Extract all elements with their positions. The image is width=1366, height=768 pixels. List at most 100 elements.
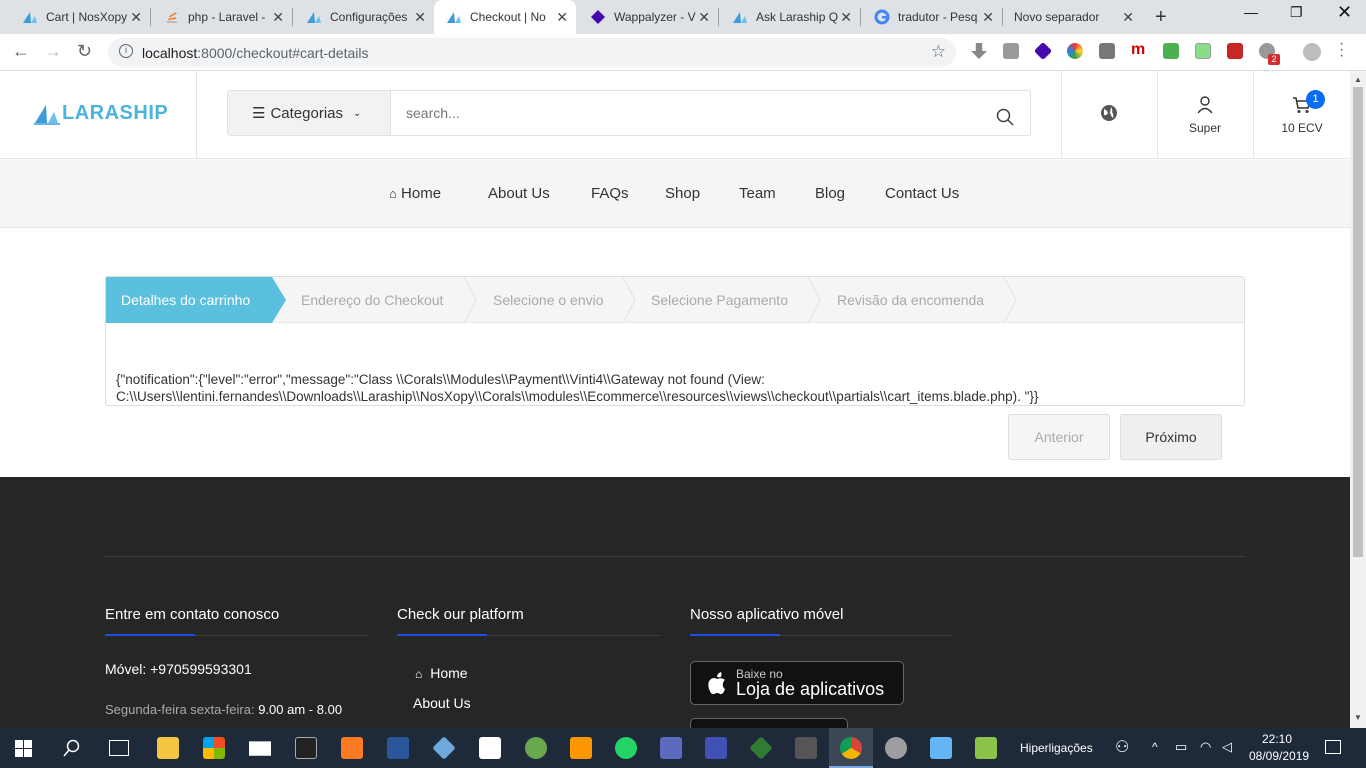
app-store-button[interactable]: Baixe no Loja de aplicativos [690,661,904,705]
check-extension-icon[interactable] [1163,43,1179,59]
page-scrollbar[interactable]: ▲ ▼ [1350,71,1366,728]
cube-app-icon[interactable] [660,737,682,759]
chart-app-icon[interactable] [975,737,997,759]
close-icon[interactable]: ✕ [272,9,284,26]
nav-item-contact[interactable]: Contact Us [885,185,959,202]
reload-icon[interactable]: ↻ [77,41,92,62]
categories-dropdown[interactable]: ☰ Categorias ⌄ [227,90,391,136]
volume-icon[interactable]: ◁ [1222,739,1232,755]
close-icon[interactable]: ✕ [130,9,142,26]
chevron-up-icon[interactable]: ^ [1152,740,1158,754]
nav-item-home[interactable]: ⌂ Home [389,185,441,202]
site-logo[interactable]: LARASHIP [34,102,168,125]
close-icon[interactable]: ✕ [840,9,852,26]
sublime-text-icon[interactable] [570,737,592,759]
browser-toolbar: ← → ↻ i localhost:8000/checkout#cart-det… [0,34,1366,71]
footer-phone: Móvel: +970599593301 [105,661,252,677]
forward-arrow-icon[interactable]: → [44,41,62,62]
box-app-icon[interactable] [930,737,952,759]
mail-icon[interactable] [249,741,271,756]
google-play-button[interactable] [690,718,848,728]
cube-extension-icon[interactable] [1099,43,1115,59]
footer-divider [105,556,1245,557]
url-text[interactable]: localhost:8000/checkout#cart-details [142,45,368,61]
restore-icon[interactable]: ❐ [1290,4,1303,21]
sticky-notes-icon[interactable] [479,737,501,759]
step-select-shipping[interactable]: Selecione o envio [493,277,604,323]
browser-tab-active[interactable]: Checkout | No ✕ [434,0,576,34]
wifi-icon[interactable]: ◠ [1200,739,1211,755]
battery-icon[interactable]: ▭ [1175,739,1187,755]
step-order-review[interactable]: Revisão da encomenda [837,277,984,323]
settings-gear-icon[interactable] [885,737,907,759]
footer-link-home[interactable]: ⌂ Home [415,665,468,681]
back-arrow-icon[interactable]: ← [12,41,30,62]
close-icon[interactable]: ✕ [414,9,426,26]
close-icon[interactable]: ✕ [1122,9,1134,26]
file-explorer-icon[interactable] [157,737,179,759]
nav-item-shop[interactable]: Shop [665,185,700,202]
scroll-up-icon[interactable]: ▲ [1354,75,1362,84]
footer-link-about[interactable]: About Us [413,695,471,711]
window-close-icon[interactable]: ✕ [1337,2,1352,23]
virtualbox-icon[interactable] [432,736,456,760]
step-checkout-address[interactable]: Endereço do Checkout [301,277,443,323]
terminal-icon[interactable] [295,737,317,759]
close-icon[interactable]: ✕ [556,9,568,26]
browser-menu-icon[interactable]: · · · [1339,36,1345,64]
scroll-thumb[interactable] [1353,87,1363,557]
windows-start-icon[interactable] [15,740,32,757]
address-bar[interactable]: i localhost:8000/checkout#cart-details ☆ [108,38,956,67]
image-extension-icon[interactable] [1195,43,1211,59]
footer-app-title: Nosso aplicativo móvel [690,606,844,623]
browser-tab[interactable]: Configurações ✕ [294,0,434,34]
tray-label[interactable]: Hiperligações [1020,741,1093,755]
notification-center-icon[interactable] [1325,740,1341,754]
minimize-icon[interactable]: — [1244,4,1258,20]
camera-extension-icon[interactable] [1003,43,1019,59]
browser-tab[interactable]: Wappalyzer - V ✕ [578,0,718,34]
new-tab-plus-icon[interactable]: + [1155,6,1167,29]
clock-time[interactable]: 22:10 [1262,732,1292,746]
step-select-payment[interactable]: Selecione Pagamento [651,277,788,323]
search-icon[interactable] [996,108,1014,126]
chrome-icon[interactable] [840,737,862,759]
close-icon[interactable]: ✕ [982,9,994,26]
step-cart-details[interactable]: Detalhes do carrinho [121,277,250,323]
info-icon[interactable]: i [119,44,133,58]
browser-tab[interactable]: php - Laravel - ✕ [152,0,292,34]
next-button[interactable]: Próximo [1120,414,1222,460]
browser-tab[interactable]: Novo separador ✕ [1002,0,1142,34]
network-app-icon[interactable] [705,737,727,759]
previous-button[interactable]: Anterior [1008,414,1110,460]
nav-item-about[interactable]: About Us [488,185,550,202]
pdf-extension-icon[interactable] [1227,43,1243,59]
clock-date[interactable]: 08/09/2019 [1249,749,1309,763]
git-app-icon[interactable] [749,736,773,760]
word-icon[interactable] [387,737,409,759]
color-picker-extension-icon[interactable] [1067,43,1083,59]
nav-item-faqs[interactable]: FAQs [591,185,629,202]
globe-icon[interactable] [1100,104,1118,122]
user-account[interactable]: Super [1176,96,1234,135]
browser-tab[interactable]: Cart | NosXopy ✕ [10,0,150,34]
people-icon[interactable]: ⚇ [1115,737,1129,757]
scroll-down-icon[interactable]: ▼ [1354,713,1362,722]
monitor-app-icon[interactable] [795,737,817,759]
hs-app-icon[interactable] [525,737,547,759]
search-input[interactable] [390,90,1031,136]
bookmark-star-icon[interactable]: ☆ [931,42,946,62]
whatsapp-icon[interactable] [615,737,637,759]
store-icon[interactable] [203,737,225,759]
task-view-icon[interactable] [109,740,129,756]
nav-item-team[interactable]: Team [739,185,776,202]
m-extension-icon[interactable]: m [1131,42,1147,59]
xampp-icon[interactable] [341,737,363,759]
close-icon[interactable]: ✕ [698,9,710,26]
browser-tab[interactable]: tradutor - Pesq ✕ [862,0,1002,34]
search-icon[interactable] [63,739,81,757]
profile-avatar-icon[interactable] [1303,43,1321,61]
browser-tab[interactable]: Ask Laraship Q ✕ [720,0,860,34]
nav-item-blog[interactable]: Blog [815,185,845,202]
error-message: {"notification":{"level":"error","messag… [116,372,1039,404]
